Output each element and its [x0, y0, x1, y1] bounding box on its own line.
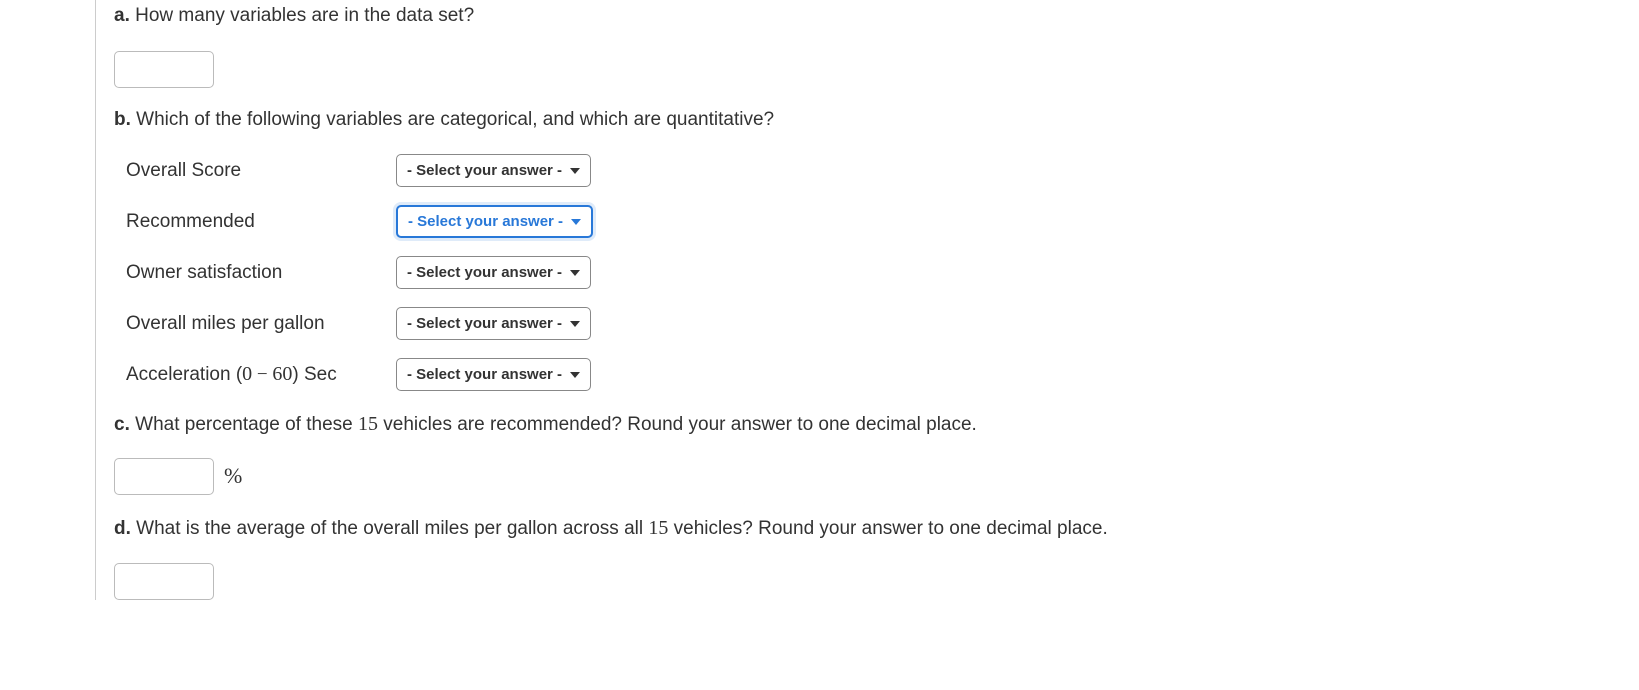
question-c-label: c. [114, 414, 130, 435]
variable-label-acceleration: Acceleration (0 − 60) Sec [126, 363, 396, 386]
answer-c-group: % [114, 458, 1639, 495]
question-a: a. How many variables are in the data se… [114, 2, 1639, 88]
question-c-text: c. What percentage of these 15 vehicles … [114, 409, 1639, 440]
select-recommended[interactable]: - Select your answer - [396, 205, 593, 238]
variable-label-recommended: Recommended [126, 211, 396, 233]
question-d-label: d. [114, 518, 131, 539]
chevron-down-icon [570, 168, 580, 174]
question-a-body: How many variables are in the data set? [135, 5, 474, 26]
question-b-body: Which of the following variables are cat… [136, 109, 774, 130]
question-a-text: a. How many variables are in the data se… [114, 2, 1639, 31]
question-c: c. What percentage of these 15 vehicles … [114, 409, 1639, 495]
variable-list: Overall Score - Select your answer - Rec… [114, 154, 1639, 391]
variable-row-overall-score: Overall Score - Select your answer - [126, 154, 1639, 187]
question-d-pre: What is the average of the overall miles… [136, 518, 648, 539]
chevron-down-icon [570, 372, 580, 378]
select-text: - Select your answer - [407, 162, 562, 179]
question-b: b. Which of the following variables are … [114, 106, 1639, 392]
variable-row-overall-mpg: Overall miles per gallon - Select your a… [126, 307, 1639, 340]
question-b-text: b. Which of the following variables are … [114, 106, 1639, 135]
select-text: - Select your answer - [407, 315, 562, 332]
question-c-post: vehicles are recommended? Round your ans… [378, 414, 977, 435]
question-container: a. How many variables are in the data se… [95, 0, 1639, 600]
select-overall-score[interactable]: - Select your answer - [396, 154, 591, 187]
variable-label-owner-satisfaction: Owner satisfaction [126, 262, 396, 284]
select-owner-satisfaction[interactable]: - Select your answer - [396, 256, 591, 289]
chevron-down-icon [570, 321, 580, 327]
chevron-down-icon [571, 219, 581, 225]
chevron-down-icon [570, 270, 580, 276]
select-overall-mpg[interactable]: - Select your answer - [396, 307, 591, 340]
select-text: - Select your answer - [407, 366, 562, 383]
variable-label-overall-mpg: Overall miles per gallon [126, 313, 396, 335]
percent-unit: % [224, 463, 242, 489]
question-d-count: 15 [648, 517, 668, 539]
select-acceleration[interactable]: - Select your answer - [396, 358, 591, 391]
question-d-post: vehicles? Round your answer to one decim… [668, 518, 1107, 539]
question-a-label: a. [114, 5, 130, 26]
question-d: d. What is the average of the overall mi… [114, 513, 1639, 601]
answer-c-input[interactable] [114, 458, 214, 495]
question-c-count: 15 [358, 413, 378, 435]
variable-row-recommended: Recommended - Select your answer - [126, 205, 1639, 238]
variable-row-owner-satisfaction: Owner satisfaction - Select your answer … [126, 256, 1639, 289]
answer-d-input[interactable] [114, 563, 214, 600]
question-b-label: b. [114, 109, 131, 130]
variable-row-acceleration: Acceleration (0 − 60) Sec - Select your … [126, 358, 1639, 391]
question-c-pre: What percentage of these [135, 414, 358, 435]
answer-a-input[interactable] [114, 51, 214, 88]
variable-label-overall-score: Overall Score [126, 160, 396, 182]
question-d-text: d. What is the average of the overall mi… [114, 513, 1639, 544]
select-text: - Select your answer - [407, 264, 562, 281]
select-text: - Select your answer - [408, 213, 563, 230]
